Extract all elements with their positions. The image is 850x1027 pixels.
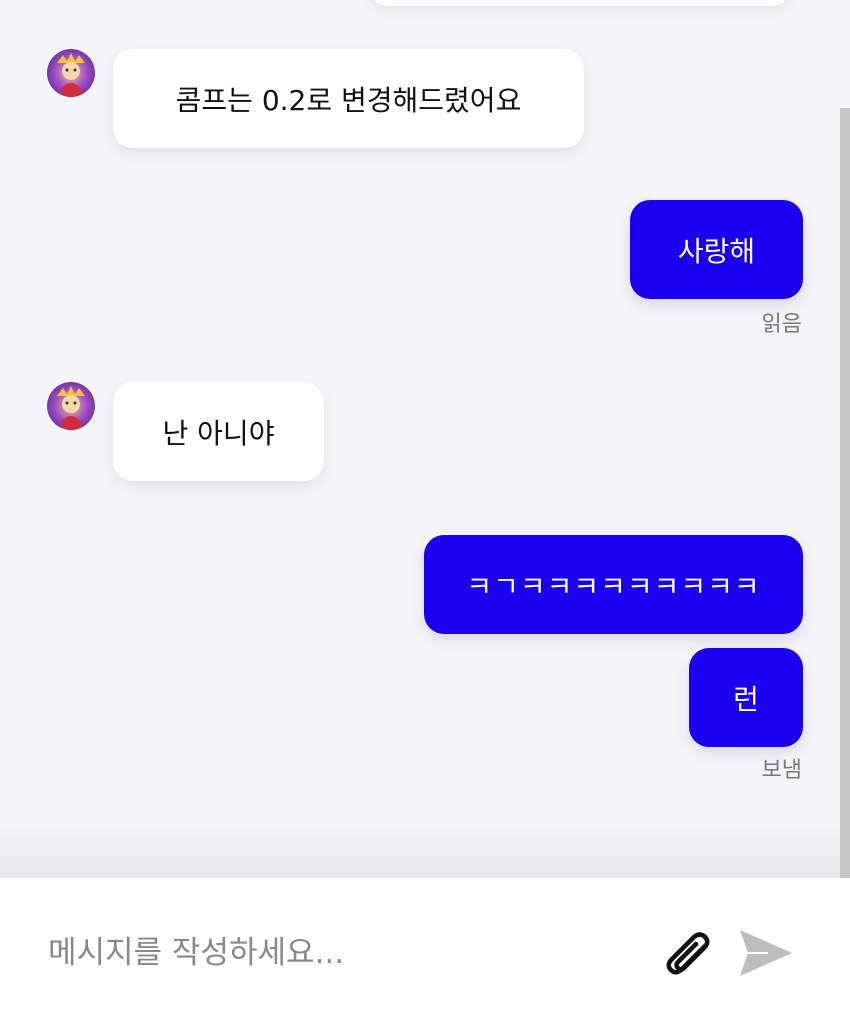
message-text: ㅋㄱㅋㅋㅋㅋㅋㅋㅋㅋㅋ [466,569,761,603]
message-text: 런 [733,682,759,716]
send-button[interactable] [738,928,794,978]
message-text: 사랑해 [677,234,756,268]
outgoing-message-bubble[interactable]: ㅋㄱㅋㅋㅋㅋㅋㅋㅋㅋㅋ [424,535,803,634]
outgoing-message-bubble[interactable]: 사랑해 [630,200,803,299]
incoming-message-bubble[interactable]: 콤프는 0.2로 변경해드렸어요 [113,49,584,148]
chat-message-area[interactable]: 콤프는 0.2로 변경해드렸어요 사랑해 읽음 난 아니야 ㅋㄱㅋㅋㅋㅋㅋㅋㅋㅋ… [0,0,850,878]
avatar-character-icon [47,382,95,430]
attach-button[interactable] [658,929,716,979]
message-text: 콤프는 0.2로 변경해드렸어요 [175,83,522,117]
previous-message-bubble [370,0,790,6]
sender-avatar[interactable] [47,382,95,430]
scrollbar[interactable] [840,108,850,878]
message-composer [0,878,850,1027]
message-text: 난 아니야 [162,416,275,450]
sender-avatar[interactable] [47,49,95,97]
send-icon [740,930,792,976]
message-status-read: 읽음 [761,312,802,337]
incoming-message-bubble[interactable]: 난 아니야 [113,382,324,481]
message-status-sent: 보냄 [761,758,802,783]
avatar-character-icon [47,49,95,97]
paperclip-icon [666,932,710,975]
message-input[interactable] [48,930,628,976]
outgoing-message-bubble[interactable]: 런 [689,648,803,747]
list-bottom-fade [0,820,840,878]
